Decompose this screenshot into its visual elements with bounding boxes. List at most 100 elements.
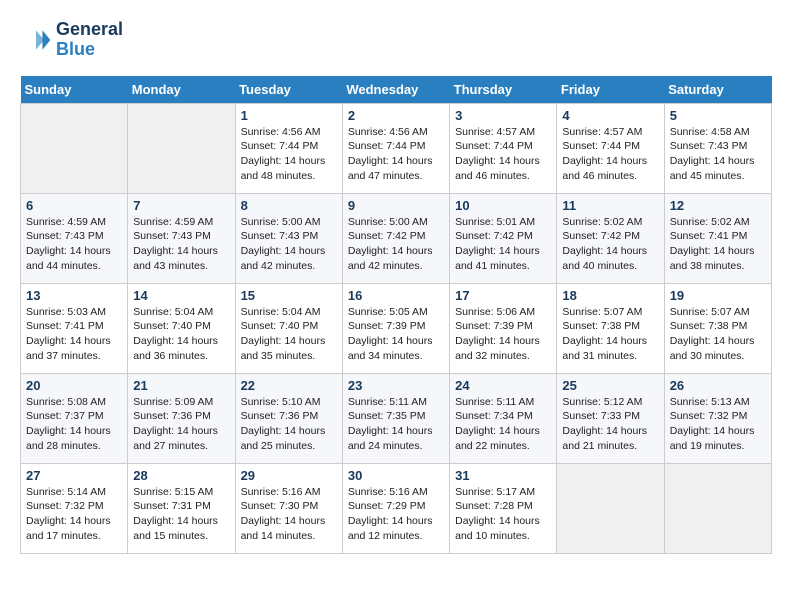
cell-content: Sunrise: 4:59 AMSunset: 7:43 PMDaylight:… bbox=[133, 215, 229, 274]
day-number: 6 bbox=[26, 198, 122, 213]
calendar-cell: 4 Sunrise: 4:57 AMSunset: 7:44 PMDaylight… bbox=[557, 103, 664, 193]
cell-content: Sunrise: 5:07 AMSunset: 7:38 PMDaylight:… bbox=[670, 305, 766, 364]
calendar-cell: 30 Sunrise: 5:16 AMSunset: 7:29 PMDayligh… bbox=[342, 463, 449, 553]
day-number: 15 bbox=[241, 288, 337, 303]
calendar-cell: 13 Sunrise: 5:03 AMSunset: 7:41 PMDayligh… bbox=[21, 283, 128, 373]
day-number: 8 bbox=[241, 198, 337, 213]
day-number: 22 bbox=[241, 378, 337, 393]
calendar-cell: 31 Sunrise: 5:17 AMSunset: 7:28 PMDayligh… bbox=[450, 463, 557, 553]
calendar-cell bbox=[128, 103, 235, 193]
day-number: 11 bbox=[562, 198, 658, 213]
week-row-5: 27 Sunrise: 5:14 AMSunset: 7:32 PMDayligh… bbox=[21, 463, 772, 553]
day-number: 16 bbox=[348, 288, 444, 303]
cell-content: Sunrise: 5:02 AMSunset: 7:42 PMDaylight:… bbox=[562, 215, 658, 274]
calendar-cell: 18Sunrise: 5:07 AMSunset: 7:38 PMDayligh… bbox=[557, 283, 664, 373]
day-number: 7 bbox=[133, 198, 229, 213]
calendar-cell: 7 Sunrise: 4:59 AMSunset: 7:43 PMDaylight… bbox=[128, 193, 235, 283]
weekday-header-sunday: Sunday bbox=[21, 76, 128, 104]
day-number: 26 bbox=[670, 378, 766, 393]
day-number: 30 bbox=[348, 468, 444, 483]
day-number: 9 bbox=[348, 198, 444, 213]
calendar-cell: 15Sunrise: 5:04 AMSunset: 7:40 PMDayligh… bbox=[235, 283, 342, 373]
calendar-cell: 8 Sunrise: 5:00 AMSunset: 7:43 PMDaylight… bbox=[235, 193, 342, 283]
cell-content: Sunrise: 5:12 AMSunset: 7:33 PMDaylight:… bbox=[562, 395, 658, 454]
cell-content: Sunrise: 4:58 AMSunset: 7:43 PMDaylight:… bbox=[670, 125, 766, 184]
day-number: 21 bbox=[133, 378, 229, 393]
cell-content: Sunrise: 5:04 AMSunset: 7:40 PMDaylight:… bbox=[133, 305, 229, 364]
day-number: 17 bbox=[455, 288, 551, 303]
calendar-cell: 29Sunrise: 5:16 AMSunset: 7:30 PMDayligh… bbox=[235, 463, 342, 553]
calendar-cell bbox=[21, 103, 128, 193]
calendar-cell: 24 Sunrise: 5:11 AMSunset: 7:34 PMDayligh… bbox=[450, 373, 557, 463]
week-row-4: 20 Sunrise: 5:08 AMSunset: 7:37 PMDayligh… bbox=[21, 373, 772, 463]
calendar-cell: 11 Sunrise: 5:02 AMSunset: 7:42 PMDayligh… bbox=[557, 193, 664, 283]
calendar-cell: 21Sunrise: 5:09 AMSunset: 7:36 PMDayligh… bbox=[128, 373, 235, 463]
calendar-cell: 10 Sunrise: 5:01 AMSunset: 7:42 PMDayligh… bbox=[450, 193, 557, 283]
day-number: 24 bbox=[455, 378, 551, 393]
calendar-cell: 25 Sunrise: 5:12 AMSunset: 7:33 PMDayligh… bbox=[557, 373, 664, 463]
page-header: General Blue bbox=[20, 20, 772, 60]
day-number: 23 bbox=[348, 378, 444, 393]
day-number: 5 bbox=[670, 108, 766, 123]
calendar-cell: 28Sunrise: 5:15 AMSunset: 7:31 PMDayligh… bbox=[128, 463, 235, 553]
calendar-cell bbox=[557, 463, 664, 553]
cell-content: Sunrise: 5:08 AMSunset: 7:37 PMDaylight:… bbox=[26, 395, 122, 454]
day-number: 14 bbox=[133, 288, 229, 303]
day-number: 3 bbox=[455, 108, 551, 123]
day-number: 20 bbox=[26, 378, 122, 393]
cell-content: Sunrise: 5:10 AMSunset: 7:36 PMDaylight:… bbox=[241, 395, 337, 454]
cell-content: Sunrise: 5:05 AMSunset: 7:39 PMDaylight:… bbox=[348, 305, 444, 364]
weekday-header-wednesday: Wednesday bbox=[342, 76, 449, 104]
cell-content: Sunrise: 5:14 AMSunset: 7:32 PMDaylight:… bbox=[26, 485, 122, 544]
calendar-cell: 27 Sunrise: 5:14 AMSunset: 7:32 PMDayligh… bbox=[21, 463, 128, 553]
calendar-cell: 19 Sunrise: 5:07 AMSunset: 7:38 PMDayligh… bbox=[664, 283, 771, 373]
day-number: 12 bbox=[670, 198, 766, 213]
day-number: 18 bbox=[562, 288, 658, 303]
cell-content: Sunrise: 5:17 AMSunset: 7:28 PMDaylight:… bbox=[455, 485, 551, 544]
calendar-cell: 3 Sunrise: 4:57 AMSunset: 7:44 PMDaylight… bbox=[450, 103, 557, 193]
day-number: 25 bbox=[562, 378, 658, 393]
day-number: 13 bbox=[26, 288, 122, 303]
cell-content: Sunrise: 5:13 AMSunset: 7:32 PMDaylight:… bbox=[670, 395, 766, 454]
calendar-cell: 20 Sunrise: 5:08 AMSunset: 7:37 PMDayligh… bbox=[21, 373, 128, 463]
cell-content: Sunrise: 4:59 AMSunset: 7:43 PMDaylight:… bbox=[26, 215, 122, 274]
calendar-cell: 5 Sunrise: 4:58 AMSunset: 7:43 PMDaylight… bbox=[664, 103, 771, 193]
weekday-header-friday: Friday bbox=[557, 76, 664, 104]
calendar-cell: 6 Sunrise: 4:59 AMSunset: 7:43 PMDaylight… bbox=[21, 193, 128, 283]
cell-content: Sunrise: 4:56 AMSunset: 7:44 PMDaylight:… bbox=[241, 125, 337, 184]
weekday-header-row: SundayMondayTuesdayWednesdayThursdayFrid… bbox=[21, 76, 772, 104]
calendar-cell: 26 Sunrise: 5:13 AMSunset: 7:32 PMDayligh… bbox=[664, 373, 771, 463]
cell-content: Sunrise: 5:00 AMSunset: 7:43 PMDaylight:… bbox=[241, 215, 337, 274]
cell-content: Sunrise: 5:03 AMSunset: 7:41 PMDaylight:… bbox=[26, 305, 122, 364]
calendar-cell: 1Sunrise: 4:56 AMSunset: 7:44 PMDaylight… bbox=[235, 103, 342, 193]
cell-content: Sunrise: 5:16 AMSunset: 7:30 PMDaylight:… bbox=[241, 485, 337, 544]
cell-content: Sunrise: 5:01 AMSunset: 7:42 PMDaylight:… bbox=[455, 215, 551, 274]
cell-content: Sunrise: 5:06 AMSunset: 7:39 PMDaylight:… bbox=[455, 305, 551, 364]
day-number: 4 bbox=[562, 108, 658, 123]
calendar-cell: 9Sunrise: 5:00 AMSunset: 7:42 PMDaylight… bbox=[342, 193, 449, 283]
cell-content: Sunrise: 4:57 AMSunset: 7:44 PMDaylight:… bbox=[562, 125, 658, 184]
day-number: 2 bbox=[348, 108, 444, 123]
week-row-1: 1Sunrise: 4:56 AMSunset: 7:44 PMDaylight… bbox=[21, 103, 772, 193]
weekday-header-saturday: Saturday bbox=[664, 76, 771, 104]
cell-content: Sunrise: 5:15 AMSunset: 7:31 PMDaylight:… bbox=[133, 485, 229, 544]
cell-content: Sunrise: 5:02 AMSunset: 7:41 PMDaylight:… bbox=[670, 215, 766, 274]
week-row-3: 13 Sunrise: 5:03 AMSunset: 7:41 PMDayligh… bbox=[21, 283, 772, 373]
day-number: 31 bbox=[455, 468, 551, 483]
day-number: 27 bbox=[26, 468, 122, 483]
cell-content: Sunrise: 4:56 AMSunset: 7:44 PMDaylight:… bbox=[348, 125, 444, 184]
weekday-header-thursday: Thursday bbox=[450, 76, 557, 104]
calendar-cell: 14 Sunrise: 5:04 AMSunset: 7:40 PMDayligh… bbox=[128, 283, 235, 373]
week-row-2: 6 Sunrise: 4:59 AMSunset: 7:43 PMDaylight… bbox=[21, 193, 772, 283]
cell-content: Sunrise: 5:11 AMSunset: 7:35 PMDaylight:… bbox=[348, 395, 444, 454]
cell-content: Sunrise: 5:16 AMSunset: 7:29 PMDaylight:… bbox=[348, 485, 444, 544]
calendar-cell: 2 Sunrise: 4:56 AMSunset: 7:44 PMDaylight… bbox=[342, 103, 449, 193]
logo-text: General Blue bbox=[56, 20, 123, 60]
day-number: 10 bbox=[455, 198, 551, 213]
calendar-cell: 22 Sunrise: 5:10 AMSunset: 7:36 PMDayligh… bbox=[235, 373, 342, 463]
day-number: 19 bbox=[670, 288, 766, 303]
cell-content: Sunrise: 5:11 AMSunset: 7:34 PMDaylight:… bbox=[455, 395, 551, 454]
calendar-cell: 23 Sunrise: 5:11 AMSunset: 7:35 PMDayligh… bbox=[342, 373, 449, 463]
cell-content: Sunrise: 4:57 AMSunset: 7:44 PMDaylight:… bbox=[455, 125, 551, 184]
weekday-header-monday: Monday bbox=[128, 76, 235, 104]
